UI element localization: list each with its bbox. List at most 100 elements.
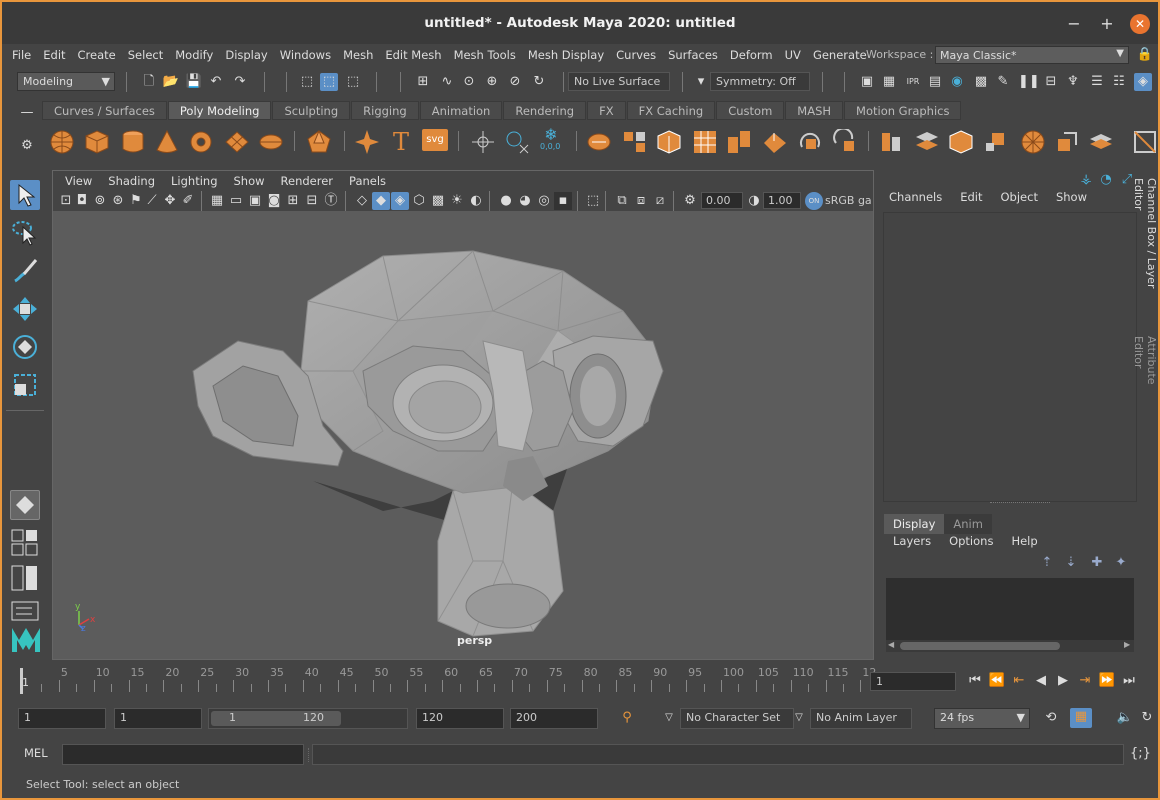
safe-title-icon[interactable]: Ⓣ (322, 192, 340, 210)
step-forward-key-icon[interactable]: ⇥ (1076, 672, 1094, 690)
channel-box-toggle-icon[interactable]: ◈ (1134, 73, 1152, 91)
multi-cut-icon[interactable] (984, 129, 1010, 155)
isolate-select-icon[interactable]: ⬚ (584, 192, 602, 210)
append-polygon-icon[interactable] (832, 129, 858, 155)
play-backwards-icon[interactable]: ◀ (1032, 672, 1050, 690)
shelf-menu-icon[interactable]: — (18, 104, 36, 122)
fps-dropdown[interactable]: 24 fps ▼ (934, 708, 1030, 729)
poly-cylinder-icon[interactable] (120, 129, 146, 155)
command-language-toggle[interactable]: MEL (16, 744, 56, 763)
modeling-toolkit-icon[interactable]: ⊟ (1042, 73, 1060, 91)
step-back-key-icon[interactable]: ⇤ (1010, 672, 1028, 690)
channel-object-menu[interactable]: Object (992, 190, 1047, 204)
shelf-tab-poly-modeling[interactable]: Poly Modeling (167, 101, 272, 120)
viewport-menu-shading[interactable]: Shading (100, 174, 163, 188)
tool-settings-toggle-icon[interactable]: ☷ (1110, 73, 1128, 91)
shelf-tab-rigging[interactable]: Rigging (351, 101, 419, 120)
menu-deform[interactable]: Deform (724, 48, 779, 62)
side-tab-channel-box[interactable]: Channel Box / Layer Editor (1132, 178, 1158, 318)
redo-icon[interactable]: ↷ (231, 73, 249, 91)
two-d-pan-icon[interactable]: ✥ (161, 192, 179, 210)
menu-mesh[interactable]: Mesh (337, 48, 379, 62)
menu-edit[interactable]: Edit (37, 48, 71, 62)
film-gate-icon[interactable]: ▭ (227, 192, 245, 210)
camera-attributes-icon[interactable]: ⊚ (91, 192, 109, 210)
camera-icon[interactable]: ◘ (73, 192, 91, 210)
soccer-ball-icon[interactable] (1020, 129, 1046, 155)
layers-menu[interactable]: Layers (884, 534, 940, 548)
cache-playback-icon[interactable]: ▦ (1070, 708, 1092, 728)
character-set-field[interactable]: No Character Set (680, 708, 794, 729)
gear-icon[interactable]: ⚙ (18, 137, 36, 155)
snap-grid-icon[interactable]: ⊞ (414, 73, 432, 91)
snap-curve-icon[interactable]: ∿ (438, 73, 456, 91)
menu-mesh-display[interactable]: Mesh Display (522, 48, 610, 62)
menu-uv[interactable]: UV (779, 48, 807, 62)
shelf-tab-mash[interactable]: MASH (785, 101, 844, 120)
channel-show-menu[interactable]: Show (1047, 190, 1096, 204)
freeze-transforms-icon[interactable] (504, 129, 530, 155)
go-to-start-icon[interactable]: ⏮ (966, 672, 984, 690)
scrollbar-thumb[interactable] (900, 642, 1060, 650)
tab-display[interactable]: Display (884, 514, 945, 534)
image-plane-icon[interactable]: ⟋ (143, 192, 161, 210)
make-live-icon[interactable]: ↻ (530, 73, 548, 91)
end-time-field[interactable]: 200 (510, 708, 598, 729)
viewport-menu-panels[interactable]: Panels (341, 174, 394, 188)
use-all-lights-icon[interactable]: ☀ (448, 192, 466, 210)
textured-icon[interactable]: ▩ (429, 192, 447, 210)
scale-tool-icon[interactable] (10, 370, 40, 400)
safe-action-icon[interactable]: ⊟ (303, 192, 321, 210)
gate-mask-icon[interactable]: ◙ (265, 192, 283, 210)
menu-file[interactable]: File (6, 48, 37, 62)
snowflake-icon[interactable]: ❄ (536, 126, 566, 156)
combine-icon[interactable] (586, 129, 612, 155)
shelf-tab-fx[interactable]: FX (587, 101, 626, 120)
undo-icon[interactable]: ↶ (207, 73, 225, 91)
side-tab-attribute-editor[interactable]: Attribute Editor (1132, 336, 1158, 416)
move-tool-icon[interactable] (10, 294, 40, 324)
play-forwards-icon[interactable]: ▶ (1054, 672, 1072, 690)
field-chart-icon[interactable]: ⊞ (284, 192, 302, 210)
layer-scrollbar[interactable]: ◀ ▶ (886, 640, 1134, 652)
move-layer-down-icon[interactable]: ⇣ (1062, 554, 1080, 572)
bridge-icon[interactable] (726, 129, 752, 155)
menu-edit-mesh[interactable]: Edit Mesh (379, 48, 447, 62)
resolution-gate-icon[interactable]: ▣ (246, 192, 264, 210)
auto-key-icon[interactable]: ⚲ (618, 709, 636, 727)
chevron-right-icon[interactable]: ▶ (1124, 640, 1130, 649)
go-to-end-icon[interactable]: ⏭ (1120, 672, 1138, 690)
viewport-menu-view[interactable]: View (57, 174, 100, 188)
xray-active-icon[interactable]: ⧈ (632, 192, 650, 210)
chevron-left-icon[interactable]: ◀ (888, 640, 894, 649)
separate-icon[interactable] (622, 129, 648, 155)
anim-layer-field[interactable]: No Anim Layer (810, 708, 912, 729)
character-controls-icon[interactable]: ♆ (1064, 73, 1082, 91)
shelf-tab-curves-surfaces[interactable]: Curves / Surfaces (42, 101, 167, 120)
menu-surfaces[interactable]: Surfaces (662, 48, 724, 62)
new-layer-from-selection-icon[interactable]: ✦ (1112, 554, 1130, 572)
new-scene-icon[interactable]: 🗋 (140, 73, 158, 91)
poly-sphere-icon[interactable] (49, 129, 75, 155)
render-setup-icon[interactable]: ▩ (972, 73, 990, 91)
tab-anim[interactable]: Anim (944, 514, 992, 534)
channel-box-icon[interactable]: ⚶ (1077, 171, 1095, 189)
menuset-dropdown[interactable]: Modeling ▼ (17, 72, 115, 91)
xray-joints-icon[interactable]: ⧉ (613, 192, 631, 210)
depth-of-field-icon[interactable]: ▪ (554, 192, 572, 210)
help-menu[interactable]: Help (1002, 534, 1046, 548)
range-slider[interactable]: 1 120 (208, 708, 408, 729)
close-icon[interactable]: ✕ (1130, 14, 1150, 34)
type-tool-icon[interactable]: T (388, 129, 414, 155)
center-pivot-icon[interactable] (470, 129, 496, 155)
channel-box-area[interactable] (883, 212, 1137, 502)
symmetry-field[interactable]: Symmetry: Off (710, 72, 810, 91)
move-layer-up-icon[interactable]: ⇡ (1038, 554, 1056, 572)
time-slider[interactable]: 1 5 10 15 20 25 30 35 40 45 50 55 60 65 70 75 80 85 90 95 1… (20, 664, 876, 696)
command-input[interactable] (62, 744, 304, 765)
channel-edit-menu[interactable]: Edit (951, 190, 991, 204)
menu-curves[interactable]: Curves (610, 48, 662, 62)
select-component-icon[interactable]: ⬚ (344, 73, 362, 91)
start-time-field[interactable]: 1 (18, 708, 106, 729)
xray-icon[interactable]: ⬡ (410, 192, 428, 210)
